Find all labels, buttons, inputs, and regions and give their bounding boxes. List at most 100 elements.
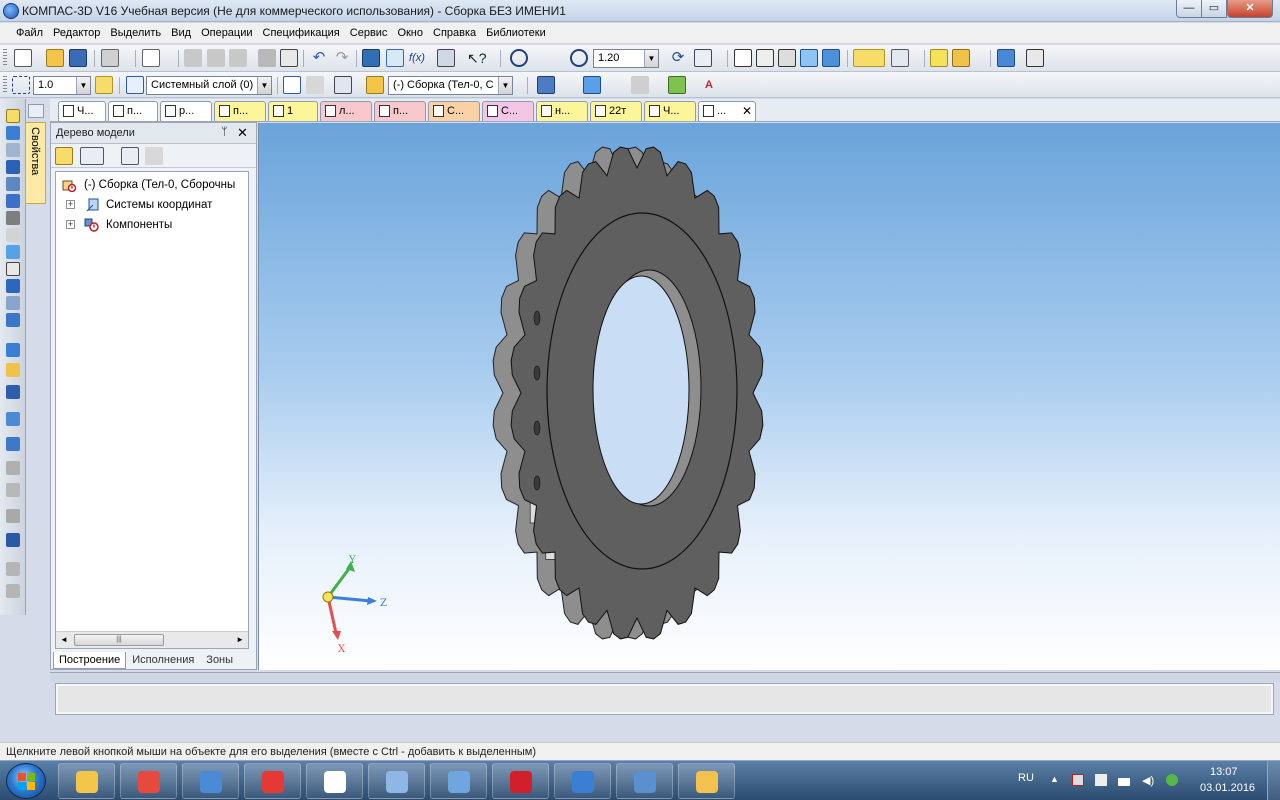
toolbar-grip[interactable] bbox=[3, 76, 7, 94]
3d-viewport[interactable]: Y Z X bbox=[258, 123, 1280, 670]
measure-icon[interactable] bbox=[437, 49, 455, 67]
dimensions-icon[interactable] bbox=[6, 228, 20, 242]
chevron-down-icon[interactable]: ▼ bbox=[644, 50, 658, 67]
text-style-icon[interactable]: A bbox=[700, 76, 718, 94]
diagnostics-icon[interactable] bbox=[6, 245, 20, 259]
taskbar-button[interactable] bbox=[368, 763, 425, 799]
shaded-edges-icon[interactable] bbox=[822, 49, 840, 67]
tab-construction[interactable]: Построение bbox=[53, 652, 127, 669]
thin-lines-icon[interactable] bbox=[778, 49, 796, 67]
taskbar-button[interactable] bbox=[492, 763, 549, 799]
tree-structure-icon[interactable] bbox=[55, 147, 73, 165]
step-combo[interactable]: 1.0 ▼ bbox=[33, 76, 91, 95]
sprocket-model[interactable] bbox=[492, 146, 764, 640]
edit-plane-icon[interactable] bbox=[306, 76, 324, 94]
surface-icon[interactable] bbox=[6, 160, 20, 174]
taskbar-button[interactable] bbox=[554, 763, 611, 799]
save-icon[interactable] bbox=[69, 49, 87, 67]
copy-icon[interactable] bbox=[207, 49, 225, 67]
network-icon[interactable] bbox=[1118, 774, 1130, 786]
volume-icon[interactable]: ◀) bbox=[1142, 774, 1154, 787]
toolbar-grip[interactable] bbox=[3, 49, 7, 67]
assembly-icon[interactable] bbox=[366, 76, 384, 94]
redo-icon[interactable]: ↷ bbox=[333, 49, 351, 67]
action-center-icon[interactable] bbox=[1072, 774, 1084, 786]
show-desktop-button[interactable] bbox=[1267, 761, 1280, 800]
insert-component-icon[interactable] bbox=[952, 49, 970, 67]
tab-document-11[interactable]: 22т bbox=[590, 101, 642, 121]
taskbar-button[interactable] bbox=[58, 763, 115, 799]
open-part-icon[interactable] bbox=[6, 363, 20, 377]
new-document-icon[interactable] bbox=[14, 49, 32, 67]
rebuild-icon[interactable] bbox=[668, 76, 686, 94]
zoom-combo[interactable]: 1.20 ▼ bbox=[593, 49, 659, 68]
rotate-component-icon[interactable] bbox=[6, 412, 20, 426]
sketch-icon[interactable] bbox=[6, 143, 20, 157]
select-filter-icon[interactable] bbox=[853, 49, 885, 67]
expand-icon[interactable]: + bbox=[66, 220, 75, 229]
preview-icon[interactable] bbox=[142, 49, 160, 67]
menu-libraries[interactable]: Библиотеки bbox=[481, 23, 551, 39]
scroll-thumb[interactable]: ||| bbox=[74, 634, 164, 646]
zoom-window-icon[interactable] bbox=[510, 49, 528, 67]
taskbar-button[interactable] bbox=[120, 763, 177, 799]
paste-icon[interactable] bbox=[229, 49, 247, 67]
library-icon[interactable] bbox=[997, 49, 1015, 67]
tab-zones[interactable]: Зоны bbox=[200, 651, 239, 669]
tab-document-9[interactable]: С... bbox=[482, 101, 534, 121]
tab-document-6[interactable]: л... bbox=[320, 101, 372, 121]
menu-service[interactable]: Сервис bbox=[345, 23, 393, 39]
language-indicator[interactable]: RU bbox=[1018, 772, 1034, 784]
collision-icon[interactable] bbox=[6, 437, 20, 451]
horizontal-scrollbar[interactable]: ◄ ||| ► bbox=[56, 631, 248, 648]
search-icon[interactable] bbox=[6, 509, 20, 523]
tree-filter-icon[interactable] bbox=[145, 147, 163, 165]
sync-icon[interactable] bbox=[1166, 774, 1178, 786]
menu-window[interactable]: Окно bbox=[392, 23, 428, 39]
component-icon[interactable] bbox=[6, 126, 20, 140]
move-component-icon[interactable] bbox=[6, 385, 20, 399]
toolbar-toggle-icon[interactable] bbox=[28, 104, 44, 118]
layers-icon[interactable] bbox=[386, 49, 404, 67]
layer-combo[interactable]: Системный слой (0) ▼ bbox=[146, 76, 272, 95]
edit-assembly-icon[interactable] bbox=[6, 109, 20, 123]
menu-view[interactable]: Вид bbox=[166, 23, 196, 39]
measure-panel-icon[interactable] bbox=[6, 296, 20, 310]
maximize-button[interactable]: ▭ bbox=[1201, 0, 1227, 18]
lock-icon[interactable] bbox=[6, 533, 20, 547]
taskbar-button[interactable] bbox=[244, 763, 301, 799]
specification-icon[interactable] bbox=[6, 262, 20, 276]
hidden-lines-icon[interactable] bbox=[756, 49, 774, 67]
scroll-right-icon[interactable]: ► bbox=[236, 635, 244, 644]
report-icon[interactable] bbox=[1026, 49, 1044, 67]
shaded-icon[interactable] bbox=[800, 49, 818, 67]
tab-document-3[interactable]: р... bbox=[160, 101, 212, 121]
variables-icon[interactable]: f(x) bbox=[408, 49, 426, 67]
taskbar-button[interactable] bbox=[616, 763, 673, 799]
tab-document-2[interactable]: п... bbox=[108, 101, 158, 121]
menu-specification[interactable]: Спецификация bbox=[258, 23, 345, 39]
tab-versions[interactable]: Исполнения bbox=[126, 651, 200, 669]
open-folder-icon[interactable] bbox=[46, 49, 64, 67]
lighting-icon[interactable] bbox=[631, 76, 649, 94]
tree-doc-icon[interactable] bbox=[121, 147, 139, 165]
color-icon[interactable] bbox=[537, 76, 555, 94]
clock-date[interactable]: 03.01.2016 bbox=[1200, 782, 1255, 794]
insert-part-icon[interactable] bbox=[6, 343, 20, 357]
expand-icon[interactable]: + bbox=[66, 200, 75, 209]
chevron-down-icon[interactable]: ▼ bbox=[257, 77, 271, 94]
orientation-icon[interactable] bbox=[694, 49, 712, 67]
menu-file[interactable]: Файл bbox=[11, 23, 48, 39]
undo-icon[interactable]: ↶ bbox=[310, 49, 328, 67]
report-panel-icon[interactable] bbox=[6, 279, 20, 293]
local-cs-icon[interactable] bbox=[930, 49, 948, 67]
tab-document-5[interactable]: 1 bbox=[268, 101, 318, 121]
tab-document-13[interactable]: ... ✕ bbox=[698, 101, 756, 121]
taskbar-button[interactable] bbox=[430, 763, 487, 799]
properties-side-tab[interactable]: Свойства bbox=[26, 122, 46, 204]
tab-document-1[interactable]: Ч... bbox=[58, 101, 106, 121]
elements-icon[interactable] bbox=[6, 313, 20, 327]
wireframe-icon[interactable] bbox=[734, 49, 752, 67]
close-icon[interactable]: ✕ bbox=[237, 125, 248, 141]
tab-document-12[interactable]: Ч... bbox=[644, 101, 696, 121]
